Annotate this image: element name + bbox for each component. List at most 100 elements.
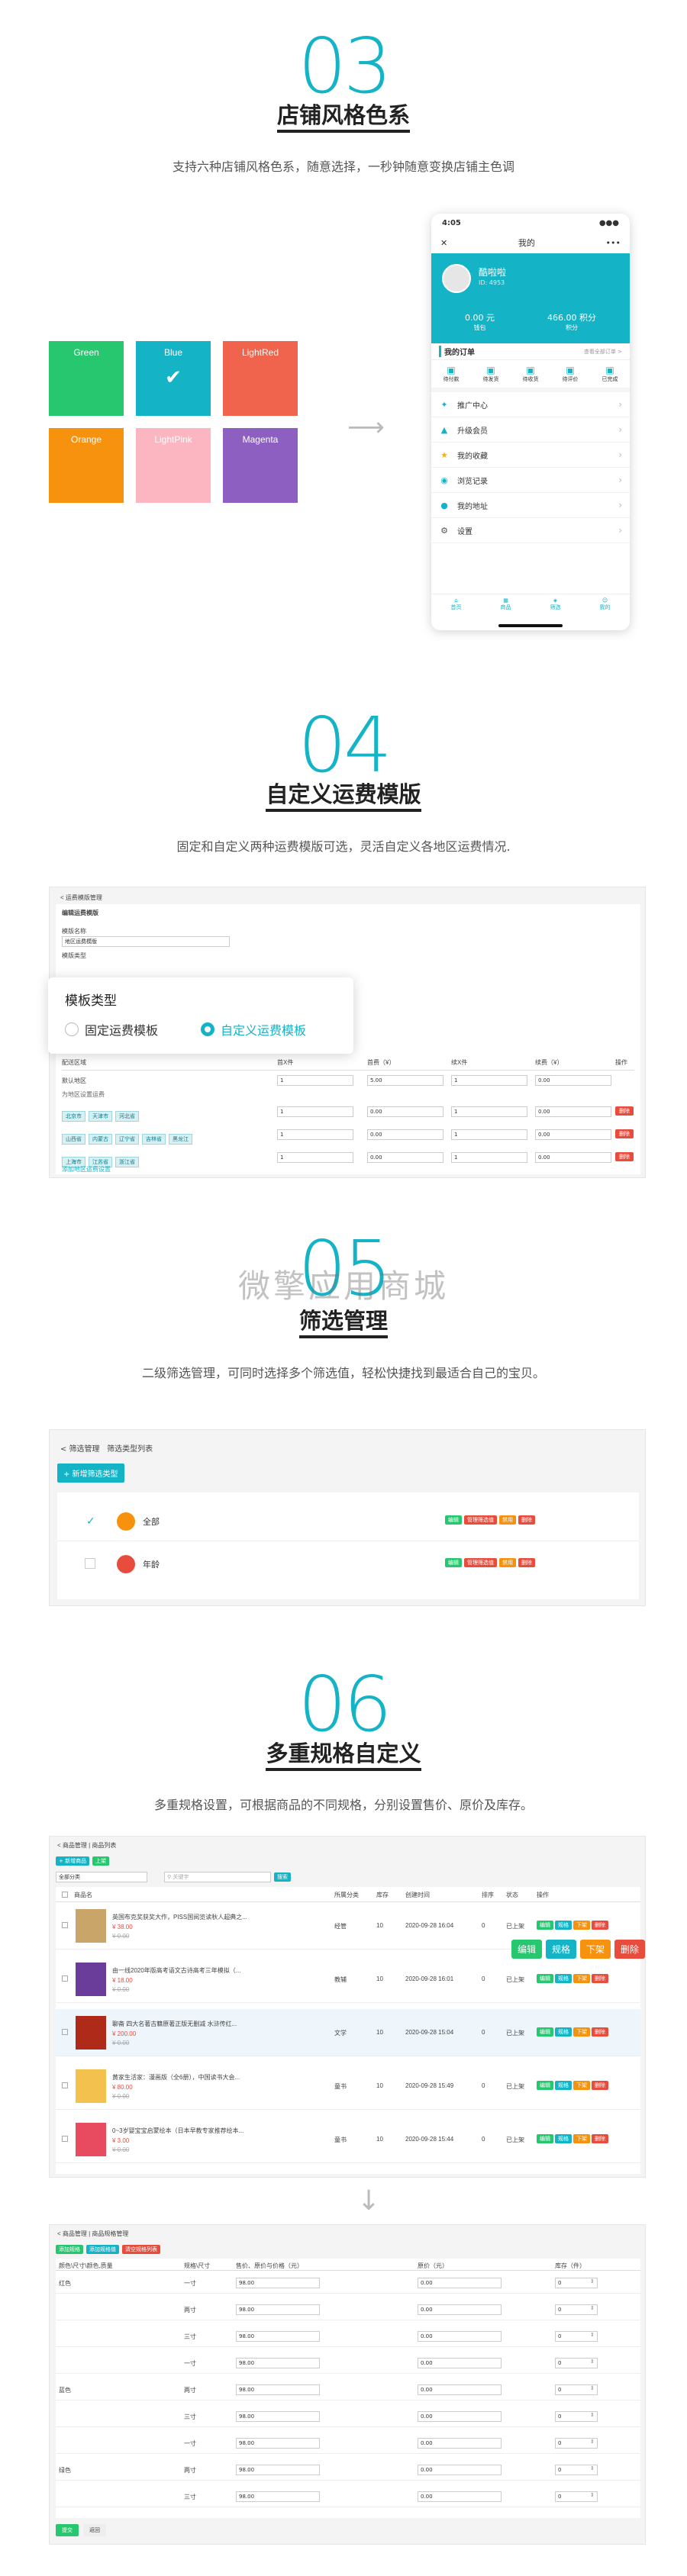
sku-price-input[interactable]: 98.00: [236, 2358, 320, 2368]
listing-button[interactable]: 上架: [92, 1856, 110, 1866]
spec-button[interactable]: 规格: [555, 2134, 572, 2143]
stepper-icon[interactable]: ⇕: [590, 2465, 595, 2471]
orders-all-link[interactable]: 查看全部订单 >: [584, 348, 622, 356]
first-count-input[interactable]: 1: [277, 1152, 353, 1163]
delete-button[interactable]: 删除: [592, 1921, 608, 1930]
edit-button[interactable]: 编辑: [537, 2081, 553, 2090]
color-tile-orange[interactable]: Orange: [49, 428, 124, 503]
default-next-fee[interactable]: 0.00: [535, 1075, 611, 1086]
stepper-icon[interactable]: ⇕: [590, 2332, 595, 2338]
row-checkbox[interactable]: [62, 2082, 68, 2088]
edit-button[interactable]: 编辑: [445, 1558, 462, 1567]
menu-item-history[interactable]: ◉ 浏览记录 ›: [431, 468, 630, 493]
select-all-checkbox[interactable]: [62, 1892, 68, 1898]
edit-button[interactable]: 编辑: [537, 2027, 553, 2037]
balance[interactable]: 0.00 元钱包: [465, 311, 495, 332]
sku-orig-price-input[interactable]: 0.00: [418, 2491, 502, 2502]
delete-button[interactable]: 删除: [592, 2134, 608, 2143]
region-tag[interactable]: 北京市: [62, 1111, 85, 1122]
menu-item-settings[interactable]: ⚙ 设置 ›: [431, 518, 630, 543]
breadcrumb[interactable]: < 运费模版管理: [60, 894, 102, 902]
product-name[interactable]: 聊斋 四大名著古籍原著正版无删减 水浒传红...: [112, 2020, 326, 2028]
menu-item-upgrade[interactable]: ▲ 升级会员 ›: [431, 417, 630, 443]
close-icon[interactable]: ✕: [440, 238, 447, 248]
sku-orig-price-input[interactable]: 0.00: [418, 2331, 502, 2342]
sku-orig-price-input[interactable]: 0.00: [418, 2304, 502, 2315]
sku-price-input[interactable]: 98.00: [236, 2438, 320, 2449]
edit-button[interactable]: 编辑: [537, 1921, 553, 1930]
order-pending-receive[interactable]: ▣ 待收货: [523, 365, 539, 383]
region-tag[interactable]: 内蒙古: [89, 1134, 112, 1145]
order-pending-ship[interactable]: ▣ 待发货: [483, 365, 499, 383]
tab-mine[interactable]: ☺ 我的: [600, 597, 611, 620]
order-completed[interactable]: ▣ 已完成: [602, 365, 618, 383]
sku-orig-price-input[interactable]: 0.00: [418, 2384, 502, 2395]
product-name[interactable]: 英国布克奖获奖大作，PISS国阅览读秋人超典之...: [112, 1913, 326, 1921]
region-tag[interactable]: 天津市: [89, 1111, 112, 1122]
spec-button[interactable]: 规格: [555, 2081, 572, 2090]
sku-orig-price-input[interactable]: 0.00: [418, 2278, 502, 2288]
edit-button[interactable]: 编辑: [537, 1974, 553, 1983]
breadcrumb-back[interactable]: < 筛选管理: [60, 1445, 100, 1454]
delete-button[interactable]: 删除: [592, 2027, 608, 2037]
delete-button[interactable]: 删除: [518, 1558, 535, 1567]
menu-item-promotion[interactable]: ✦ 推广中心 ›: [431, 392, 630, 417]
region-tag[interactable]: 吉林省: [142, 1134, 166, 1145]
order-pending-review[interactable]: ▣ 待评价: [563, 365, 579, 383]
sku-price-input[interactable]: 98.00: [236, 2411, 320, 2422]
delete-button[interactable]: 删除: [518, 1515, 535, 1525]
stepper-icon[interactable]: ⇕: [590, 2305, 595, 2311]
disable-button[interactable]: 禁用: [499, 1515, 516, 1525]
default-first-fee[interactable]: 5.00: [367, 1075, 443, 1086]
breadcrumb[interactable]: < 商品管理 | 商品列表: [57, 1841, 116, 1850]
region-tag[interactable]: 山西省: [62, 1134, 85, 1145]
tab-filter[interactable]: ◈ 筛选: [550, 597, 561, 620]
template-name-input[interactable]: 地区运费模版: [62, 936, 230, 947]
row-checkbox[interactable]: [62, 2136, 68, 2142]
next-fee-input[interactable]: 0.00: [535, 1106, 611, 1117]
unlist-button[interactable]: 下架: [573, 1921, 590, 1930]
color-tile-lightred[interactable]: LightRed: [223, 341, 298, 416]
next-count-input[interactable]: 1: [451, 1106, 527, 1117]
sku-price-input[interactable]: 98.00: [236, 2491, 320, 2502]
delete-button[interactable]: 删除: [592, 2081, 608, 2090]
first-fee-input[interactable]: 0.00: [367, 1106, 443, 1117]
sku-orig-price-input[interactable]: 0.00: [418, 2465, 502, 2475]
order-pending-pay[interactable]: ▣ 待付款: [443, 365, 460, 383]
unlist-button[interactable]: 下架: [573, 2027, 590, 2037]
stepper-icon[interactable]: ⇕: [590, 2278, 595, 2285]
clear-spec-button[interactable]: 清空规格列表: [122, 2245, 160, 2254]
menu-item-address[interactable]: ● 我的地址 ›: [431, 493, 630, 518]
manage-values-button[interactable]: 管理筛选值: [464, 1515, 497, 1525]
search-input[interactable]: ⚲ 关键字: [164, 1872, 271, 1882]
sku-price-input[interactable]: 98.00: [236, 2331, 320, 2342]
color-tile-green[interactable]: Green: [49, 341, 124, 416]
first-count-input[interactable]: 1: [277, 1129, 353, 1140]
delete-button-large[interactable]: 删除: [614, 1940, 646, 1959]
more-icon[interactable]: •••: [606, 238, 621, 248]
stepper-icon[interactable]: ⇕: [590, 2439, 595, 2445]
next-count-input[interactable]: 1: [451, 1152, 527, 1163]
stepper-icon[interactable]: ⇕: [590, 2359, 595, 2365]
edit-button[interactable]: 编辑: [537, 2134, 553, 2143]
sku-price-input[interactable]: 98.00: [236, 2465, 320, 2475]
edit-button[interactable]: 编辑: [445, 1515, 462, 1525]
stepper-icon[interactable]: ⇕: [590, 2492, 595, 2498]
spec-button[interactable]: 规格: [555, 1974, 572, 1983]
region-tag[interactable]: 河北省: [115, 1111, 139, 1122]
disable-button[interactable]: 禁用: [499, 1558, 516, 1567]
option-fixed[interactable]: 固定运费模板: [65, 1020, 158, 1038]
back-button[interactable]: 返回: [83, 2524, 106, 2536]
region-tag[interactable]: 辽宁省: [115, 1134, 139, 1145]
stepper-icon[interactable]: ⇕: [590, 2385, 595, 2391]
spec-button[interactable]: 规格: [555, 1921, 572, 1930]
edit-button-large[interactable]: 编辑: [511, 1940, 543, 1959]
product-name[interactable]: 0~3岁婴宝宝启蒙绘本（日本早教专家推荐绘本...: [112, 2127, 326, 2135]
checkbox-unchecked-icon[interactable]: [85, 1558, 95, 1569]
stepper-icon[interactable]: ⇕: [590, 2412, 595, 2418]
delete-button[interactable]: 删除: [615, 1129, 634, 1138]
delete-button[interactable]: 删除: [592, 1974, 608, 1983]
product-cover[interactable]: [76, 2016, 106, 2050]
first-fee-input[interactable]: 0.00: [367, 1152, 443, 1163]
product-cover[interactable]: [76, 2123, 106, 2156]
